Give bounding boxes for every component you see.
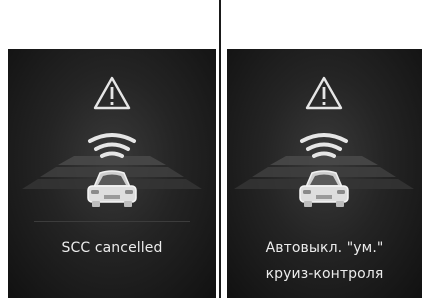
status-message: Автовыкл. "ум." круиз-контроля [227, 235, 422, 287]
cluster-display-english: SCC cancelled [8, 49, 216, 298]
radar-waves-icon [88, 133, 136, 158]
panel-divider [219, 0, 221, 298]
radar-waves-icon [300, 133, 348, 158]
status-message-line: SCC cancelled [61, 240, 163, 256]
status-message-line-2: круиз-контроля [265, 266, 384, 282]
status-message-line-1: Автовыкл. "ум." [265, 240, 384, 256]
cluster-display-russian: Автовыкл. "ум." круиз-контроля [227, 49, 422, 298]
warning-triangle-icon [305, 76, 343, 110]
status-message: SCC cancelled [8, 235, 216, 261]
message-separator [34, 221, 190, 222]
warning-triangle-icon [93, 76, 131, 110]
